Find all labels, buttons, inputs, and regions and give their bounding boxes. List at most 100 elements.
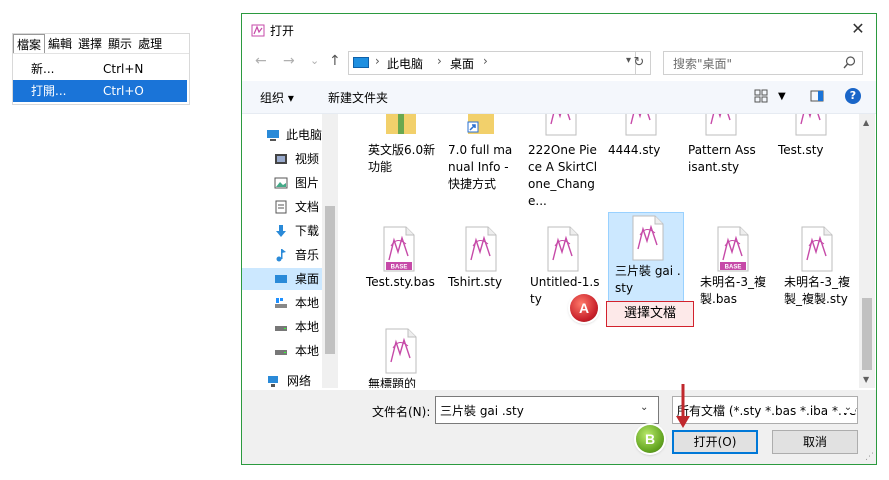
file-name: 英文版6.0新功能	[368, 143, 436, 174]
nav-item-label: 图片	[295, 176, 320, 190]
chevron-right-icon: ›	[437, 54, 442, 68]
scrollbar-thumb[interactable]	[862, 298, 872, 370]
menu-edit[interactable]: 編輯	[45, 34, 75, 53]
windows-drive-icon	[275, 298, 287, 308]
dialog-footer: 文件名(N): 三片裝 gai .sty ⌄ 所有文檔 (*.sty *.bas…	[242, 390, 876, 464]
menu-item-new[interactable]: 新... Ctrl+N	[13, 58, 187, 80]
nav-item-label: 下载	[295, 224, 320, 238]
chevron-right-icon: ›	[483, 54, 488, 68]
nav-item-label: 网络	[287, 374, 312, 388]
nav-item-desktop[interactable]: 桌面	[242, 268, 322, 290]
file-list-scrollbar[interactable]: ▲ ▼	[859, 114, 875, 388]
menu-select[interactable]: 選擇	[75, 34, 105, 53]
file-item-bas[interactable]: BASE Test.sty.bas	[360, 224, 436, 312]
file-name: Test.sty.bas	[366, 275, 435, 289]
up-icon[interactable]: ↑	[329, 53, 341, 69]
new-folder-button[interactable]: 新建文件夹	[328, 89, 388, 106]
nav-item-documents[interactable]: 文档	[242, 196, 322, 218]
nav-item-local-disk[interactable]: 本地	[242, 340, 322, 362]
sty-file-icon	[705, 114, 737, 136]
organize-menu[interactable]: 组织 ▾	[260, 89, 294, 106]
search-placeholder: 搜索"桌面"	[673, 57, 733, 71]
file-name: 7.0 full manual Info - 快捷方式	[448, 143, 513, 191]
address-bar[interactable]: › 此电脑 › 桌面 › ▾	[348, 51, 636, 75]
open-button[interactable]: 打开(O)	[672, 430, 758, 454]
preview-pane-icon[interactable]	[810, 89, 824, 103]
breadcrumb-this-pc[interactable]: 此电脑	[387, 55, 423, 72]
close-icon[interactable]: ✕	[846, 18, 870, 40]
chevron-down-icon[interactable]: ⌄	[640, 402, 648, 413]
filetype-select[interactable]: 所有文檔 (*.sty *.bas *.iba *.vet ⌄	[672, 396, 858, 424]
help-icon[interactable]: ?	[845, 88, 861, 104]
file-name: Tshirt.sty	[448, 275, 503, 289]
file-name: 222One Piece A SkirtClone_Change...	[528, 143, 598, 208]
back-icon[interactable]: ←	[255, 53, 267, 69]
menu-file[interactable]: 檔案	[13, 34, 46, 53]
view-options-icon[interactable]	[754, 89, 768, 103]
nav-item-network[interactable]: 网络	[242, 370, 322, 388]
file-item-sty[interactable]: 4444.sty	[602, 114, 678, 206]
file-item-sty-selected[interactable]: 三片裝 gai .sty	[608, 212, 684, 302]
file-item-sty[interactable]: 未明名-3_複製_複製.sty	[778, 224, 854, 312]
nav-item-music[interactable]: 音乐	[242, 244, 322, 266]
nav-item-local-disk[interactable]: 本地	[242, 292, 322, 314]
filename-field[interactable]: 三片裝 gai .sty ⌄	[435, 396, 659, 424]
nav-pane-scrollbar[interactable]	[322, 114, 338, 388]
chevron-down-icon[interactable]: ⌄	[841, 402, 855, 413]
nav-item-label: 桌面	[295, 272, 320, 286]
nav-item-label: 本地	[295, 296, 320, 310]
recent-locations-icon[interactable]: ⌄	[310, 54, 319, 67]
nav-item-videos[interactable]: 视频	[242, 148, 322, 170]
sty-file-icon	[547, 226, 579, 272]
scroll-up-icon[interactable]: ▲	[863, 118, 869, 127]
forward-icon[interactable]: →	[283, 53, 295, 69]
drive-icon	[275, 326, 287, 331]
download-icon	[276, 225, 286, 237]
sty-file-icon	[625, 114, 657, 136]
resize-grip-icon[interactable]: ⋰	[865, 452, 874, 462]
menubar: 檔案 編輯 選擇 顯示 處理	[13, 34, 189, 54]
nav-item-label: 音乐	[295, 248, 320, 262]
video-icon	[275, 154, 287, 164]
scroll-down-icon[interactable]: ▼	[863, 375, 869, 384]
document-icon	[275, 200, 287, 214]
file-item-sty[interactable]: Tshirt.sty	[442, 224, 518, 312]
scrollbar-thumb[interactable]	[325, 206, 335, 354]
menu-process[interactable]: 處理	[135, 34, 165, 53]
file-item-shortcut[interactable]: 7.0 full manual Info - 快捷方式	[442, 114, 518, 206]
nav-item-label: 本地	[295, 344, 320, 358]
view-dropdown-icon[interactable]: ▼	[778, 91, 786, 102]
desktop-icon	[275, 275, 287, 283]
nav-item-local-disk[interactable]: 本地	[242, 316, 322, 338]
nav-item-downloads[interactable]: 下载	[242, 220, 322, 242]
menu-view[interactable]: 顯示	[105, 34, 135, 53]
nav-item-pictures[interactable]: 图片	[242, 172, 322, 194]
command-toolbar: 组织 ▾ 新建文件夹 ▼ ?	[242, 81, 876, 114]
file-item-bas[interactable]: BASE 未明名-3_複製.bas	[694, 224, 770, 312]
nav-item-label: 本地	[295, 320, 320, 334]
breadcrumb-desktop[interactable]: 桌面	[450, 55, 474, 72]
refresh-icon[interactable]: ↻	[628, 51, 651, 75]
file-item-sty[interactable]: Test.sty	[772, 114, 848, 206]
file-item-folder[interactable]: 英文版6.0新功能	[362, 114, 438, 206]
nav-item-this-pc[interactable]: 此电脑	[242, 124, 322, 146]
bas-file-icon: BASE	[383, 226, 415, 272]
search-box[interactable]: 搜索"桌面"	[663, 51, 863, 75]
file-item-sty[interactable]: 無標題的	[362, 326, 438, 388]
file-item-sty[interactable]: 222One Piece A SkirtClone_Change...	[522, 114, 598, 208]
search-icon	[843, 56, 856, 69]
pictures-icon	[274, 177, 288, 189]
menu-item-shortcut: Ctrl+O	[103, 84, 144, 98]
cancel-button[interactable]: 取消	[772, 430, 858, 454]
dialog-title: 打开	[270, 24, 295, 38]
app-menu: 檔案 編輯 選擇 顯示 處理 新... Ctrl+N 打開... Ctrl+O	[12, 33, 190, 105]
navigation-row: ← → ⌄ ↑ › 此电脑 › 桌面 › ▾ ↻ 搜索"桌面"	[242, 50, 876, 76]
menu-item-label: 新...	[31, 62, 55, 76]
nav-item-label: 视频	[295, 152, 320, 166]
menu-item-open[interactable]: 打開... Ctrl+O	[13, 80, 187, 102]
nav-item-label: 文档	[295, 200, 320, 214]
file-item-sty[interactable]: Pattern Assisant.sty	[682, 114, 758, 206]
drive-icon	[275, 350, 287, 355]
file-name: 未明名-3_複製_複製.sty	[784, 275, 850, 306]
callout-label-select-file: 選擇文檔	[606, 301, 694, 327]
